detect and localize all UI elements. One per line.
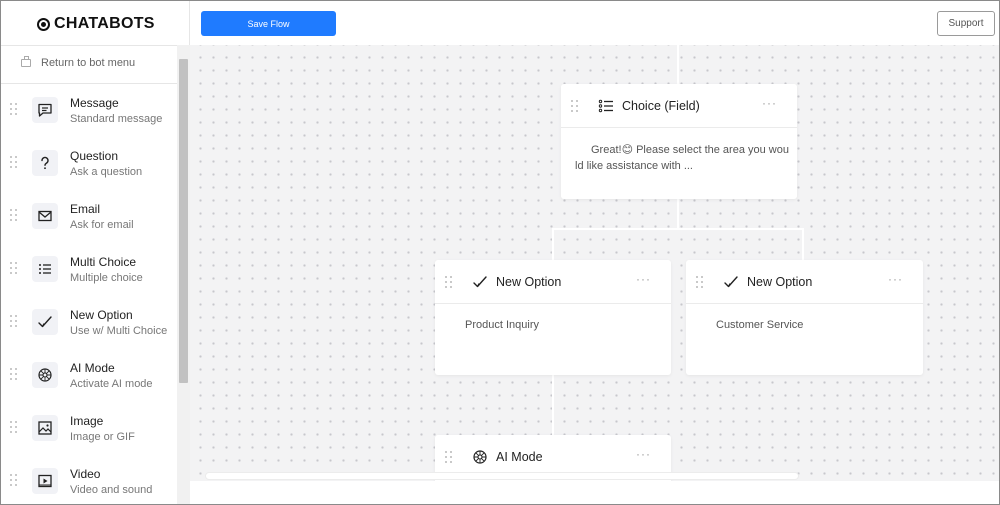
sidebar-item-image[interactable]: Image Image or GIF bbox=[1, 414, 177, 467]
sidebar-item-multi-choice[interactable]: Multi Choice Multiple choice bbox=[1, 255, 177, 308]
brand-logo[interactable]: CHATABOTS bbox=[37, 13, 155, 35]
connector-line bbox=[552, 228, 804, 230]
connector-line bbox=[552, 228, 554, 260]
drag-handle-icon[interactable] bbox=[10, 315, 18, 327]
brand-name: CHATABOTS bbox=[54, 15, 155, 32]
connector-line bbox=[552, 375, 554, 435]
sidebar-scrollbar-thumb[interactable] bbox=[179, 59, 188, 383]
message-line: Great!😊 Please select the area you wou bbox=[591, 144, 789, 156]
sidebar-item-question[interactable]: Question Ask a question bbox=[1, 149, 177, 202]
item-subtitle: Activate AI mode bbox=[70, 378, 153, 390]
drag-handle-icon[interactable] bbox=[10, 209, 18, 221]
canvas-scrollbar-thumb[interactable] bbox=[205, 472, 799, 480]
more-options-icon[interactable]: ··· bbox=[762, 96, 777, 110]
new-option-node-product-inquiry[interactable]: New Option ··· Product Inquiry bbox=[435, 260, 671, 375]
drag-handle-icon[interactable] bbox=[10, 262, 18, 274]
drag-handle-icon[interactable] bbox=[10, 474, 18, 486]
question-icon bbox=[32, 150, 58, 176]
checkmark-icon bbox=[32, 309, 58, 335]
item-subtitle: Standard message bbox=[70, 113, 163, 125]
option-text: Product Inquiry bbox=[465, 319, 539, 331]
connector-line bbox=[677, 45, 679, 85]
item-title: Image bbox=[70, 414, 104, 428]
more-options-icon[interactable]: ··· bbox=[636, 447, 651, 461]
image-icon bbox=[32, 415, 58, 441]
briefcase-icon bbox=[21, 56, 31, 67]
item-subtitle: Multiple choice bbox=[70, 272, 143, 284]
connector-line bbox=[802, 228, 804, 260]
drag-handle-icon[interactable] bbox=[10, 368, 18, 380]
option-text: Customer Service bbox=[716, 319, 804, 331]
canvas-horizontal-scrollbar[interactable] bbox=[190, 481, 999, 504]
support-button[interactable]: Support bbox=[937, 11, 995, 36]
sidebar-divider bbox=[1, 83, 177, 84]
item-subtitle: Ask for email bbox=[70, 219, 134, 231]
drag-handle-icon[interactable] bbox=[571, 100, 579, 112]
node-message-text: Great!😊 Please select the area you wou l… bbox=[575, 142, 789, 174]
node-title: Choice (Field) bbox=[622, 99, 700, 113]
new-option-node-customer-service[interactable]: New Option ··· Customer Service bbox=[686, 260, 923, 375]
node-title: AI Mode bbox=[496, 450, 543, 464]
email-icon bbox=[32, 203, 58, 229]
item-title: Multi Choice bbox=[70, 255, 137, 269]
checkmark-icon bbox=[471, 274, 489, 290]
drag-handle-icon[interactable] bbox=[10, 421, 18, 433]
app-window: CHATABOTS Return to bot menu Message Sta… bbox=[0, 0, 1000, 505]
ai-icon bbox=[471, 449, 489, 465]
save-flow-button[interactable]: Save Flow bbox=[201, 11, 336, 36]
drag-handle-icon[interactable] bbox=[445, 451, 453, 463]
node-title: New Option bbox=[747, 275, 813, 289]
node-title: New Option bbox=[496, 275, 562, 289]
flow-canvas[interactable]: Choice (Field) ··· Great!😊 Please select… bbox=[190, 45, 999, 495]
item-title: Message bbox=[70, 96, 119, 110]
list-icon bbox=[597, 98, 615, 114]
sidebar: CHATABOTS Return to bot menu Message Sta… bbox=[1, 1, 190, 504]
sidebar-item-message[interactable]: Message Standard message bbox=[1, 96, 177, 149]
connector-line bbox=[677, 199, 679, 229]
item-subtitle: Image or GIF bbox=[70, 431, 135, 443]
sidebar-item-video[interactable]: Video Video and sound bbox=[1, 467, 177, 504]
drag-handle-icon[interactable] bbox=[445, 276, 453, 288]
back-label: Return to bot menu bbox=[41, 57, 136, 69]
video-icon bbox=[32, 468, 58, 494]
item-subtitle: Use w/ Multi Choice bbox=[70, 325, 168, 337]
drag-handle-icon[interactable] bbox=[10, 103, 18, 115]
item-title: New Option bbox=[70, 308, 133, 322]
item-subtitle: Video and sound bbox=[70, 484, 153, 496]
sidebar-item-email[interactable]: Email Ask for email bbox=[1, 202, 177, 255]
sidebar-item-new-option[interactable]: New Option Use w/ Multi Choice bbox=[1, 308, 177, 361]
node-header: New Option ··· bbox=[686, 260, 923, 304]
more-options-icon[interactable]: ··· bbox=[888, 272, 903, 286]
return-to-bot-menu-link[interactable]: Return to bot menu bbox=[21, 56, 136, 69]
checkmark-icon bbox=[722, 274, 740, 290]
ai-icon bbox=[32, 362, 58, 388]
item-title: Video bbox=[70, 467, 101, 481]
logo-icon bbox=[37, 17, 50, 31]
more-options-icon[interactable]: ··· bbox=[636, 272, 651, 286]
message-line: ld like assistance with ... bbox=[575, 160, 693, 172]
node-header: New Option ··· bbox=[435, 260, 671, 304]
item-title: AI Mode bbox=[70, 361, 115, 375]
sidebar-item-ai-mode[interactable]: AI Mode Activate AI mode bbox=[1, 361, 177, 414]
drag-handle-icon[interactable] bbox=[696, 276, 704, 288]
item-title: Email bbox=[70, 202, 101, 216]
list-icon bbox=[32, 256, 58, 282]
choice-field-node[interactable]: Choice (Field) ··· Great!😊 Please select… bbox=[561, 84, 797, 199]
item-subtitle: Ask a question bbox=[70, 166, 143, 178]
node-header: Choice (Field) ··· bbox=[561, 84, 797, 128]
message-icon bbox=[32, 97, 58, 123]
item-title: Question bbox=[70, 149, 119, 163]
drag-handle-icon[interactable] bbox=[10, 156, 18, 168]
sidebar-divider bbox=[1, 45, 190, 46]
